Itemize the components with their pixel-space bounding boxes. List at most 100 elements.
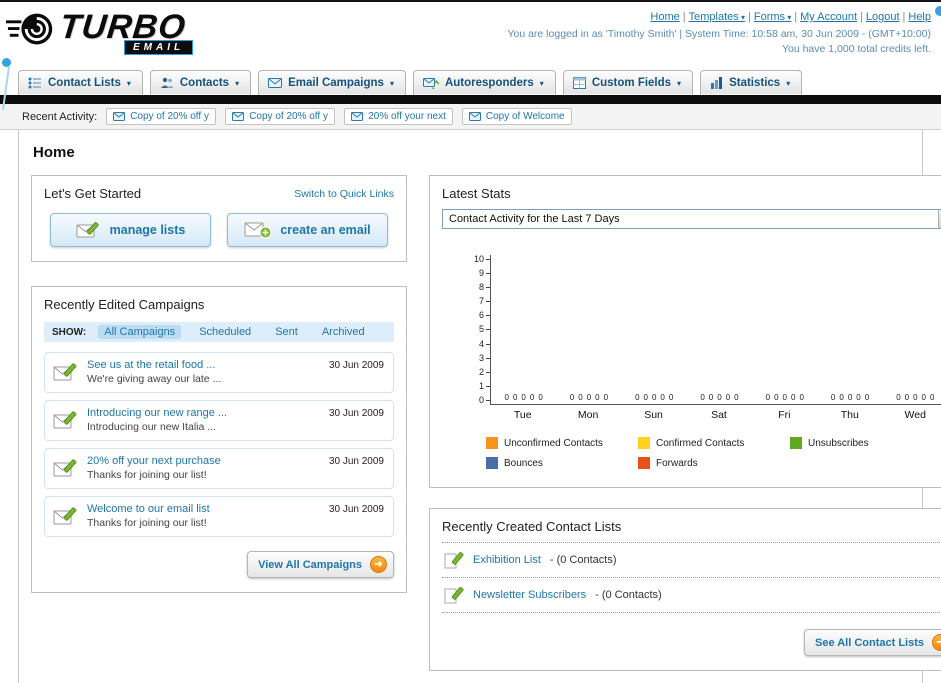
nav-tab-statistics[interactable]: Statistics ▾	[700, 70, 803, 95]
chart-column-group: 00000	[883, 393, 941, 404]
chevron-down-icon: ▾	[389, 78, 394, 88]
chevron-down-icon: ▾	[677, 78, 682, 88]
filter-tab-scheduled[interactable]: Scheduled	[193, 325, 257, 339]
nav-tab-label: Statistics	[729, 77, 781, 89]
campaign-title-link[interactable]: 20% off your next purchase	[87, 455, 221, 467]
chart-y-axis: 10 9 8 7 6 5 4 3 2 1 0	[468, 255, 490, 405]
nav-tab-custom-fields[interactable]: Custom Fields ▾	[562, 70, 694, 95]
see-all-contact-lists-button[interactable]: See All Contact Lists	[803, 629, 941, 656]
nav-tab-email-campaigns[interactable]: Email Campaigns ▾	[258, 70, 406, 95]
get-started-title: Let's Get Started	[44, 186, 142, 201]
stats-period-dropdown[interactable]: Contact Activity for the Last 7 Days	[442, 209, 941, 229]
envelope-icon	[113, 112, 126, 121]
legend-swatch	[638, 437, 650, 449]
main-nav: Contact Lists ▾ Contacts ▾ Email Campaig…	[0, 66, 941, 95]
chart-x-axis-labels: Tue Mon Sun Sat Fri Thu Wed	[490, 409, 941, 421]
contact-list-row: Exhibition List - (0 Contacts)	[442, 543, 941, 578]
page-title: Home	[33, 144, 75, 161]
campaign-item: Welcome to our email list Thanks for joi…	[44, 496, 394, 537]
campaign-title-link[interactable]: See us at the retail food ...	[87, 359, 221, 371]
contact-list-link[interactable]: Exhibition List	[473, 554, 541, 566]
login-info: You are logged in as 'Timothy Smith' | S…	[507, 28, 931, 40]
contacts-icon	[160, 77, 174, 89]
contact-list-link[interactable]: Newsletter Subscribers	[473, 589, 586, 601]
campaign-subtitle: Thanks for joining our list!	[87, 469, 207, 481]
header-right: HomeTemplatesFormsMy AccountLogoutHelp Y…	[507, 4, 931, 66]
manage-lists-label: manage lists	[109, 223, 186, 237]
chart-y-tick: 10	[474, 255, 490, 264]
chart-column-group: 00000	[817, 393, 882, 404]
chevron-down-icon: ▾	[786, 78, 791, 88]
switch-quick-links-link[interactable]: Switch to Quick Links	[294, 188, 394, 200]
header-link-my-account[interactable]: My Account	[791, 11, 857, 23]
autoresponders-icon	[422, 77, 439, 89]
recent-activity-bar: Recent Activity: Copy of 20% off yo Copy…	[0, 104, 941, 130]
legend-swatch	[486, 437, 498, 449]
envelope-pencil-icon	[53, 410, 79, 430]
recent-activity-item[interactable]: 20% off your next	[344, 108, 453, 125]
contact-list-count: - (0 Contacts)	[549, 554, 617, 566]
nav-tab-contact-lists[interactable]: Contact Lists ▾	[18, 70, 143, 95]
recent-activity-text: Copy of Welcome to	[485, 111, 565, 122]
manage-lists-button[interactable]: manage lists	[50, 213, 211, 247]
chart-x-label: Tue	[513, 409, 532, 421]
campaign-list: See us at the retail food ... We're givi…	[44, 352, 394, 537]
chart-value-labels: 00000	[504, 393, 543, 402]
contact-list-row: Newsletter Subscribers - (0 Contacts)	[442, 578, 941, 613]
chart-y-tick: 3	[479, 353, 490, 363]
custom-fields-icon	[572, 77, 586, 89]
header-links: HomeTemplatesFormsMy AccountLogoutHelp	[507, 10, 931, 25]
header-link-logout[interactable]: Logout	[857, 11, 900, 23]
chart-value-labels: 00000	[896, 393, 935, 402]
chart-column-group: 00000	[556, 393, 621, 404]
contact-lists-panel: Recently Created Contact Lists Exhibitio…	[429, 508, 941, 671]
recent-activity-item[interactable]: Copy of Welcome to	[461, 108, 572, 125]
credits-info: You have 1,000 total credits left.	[781, 43, 931, 55]
filter-tab-all-campaigns[interactable]: All Campaigns	[98, 325, 182, 339]
header-link-home[interactable]: Home	[650, 11, 679, 23]
chart-y-tick: 2	[479, 367, 490, 377]
chevron-down-icon: ▾	[235, 78, 240, 88]
envelope-pencil-icon	[53, 458, 79, 478]
top-header: TURBO EMAIL HomeTemplatesFormsMy Account…	[0, 2, 941, 66]
filter-tab-archived[interactable]: Archived	[316, 325, 371, 339]
chart-column-group: 00000	[622, 393, 687, 404]
create-email-button[interactable]: create an email	[227, 213, 388, 247]
contact-lists-icon	[28, 77, 42, 89]
campaign-date: 30 Jun 2009	[328, 456, 384, 467]
pencil-page-icon	[444, 586, 464, 604]
left-column: Let's Get Started Switch to Quick Links …	[31, 175, 407, 593]
campaign-item: Introducing our new range ... Introducin…	[44, 400, 394, 441]
campaign-item: 20% off your next purchase Thanks for jo…	[44, 448, 394, 489]
campaign-title-link[interactable]: Welcome to our email list	[87, 503, 210, 515]
nav-tab-label: Contacts	[179, 77, 230, 89]
nav-tab-label: Autoresponders	[444, 77, 534, 89]
chart-plot-area: 00000 00000 00000 00000 00000 00000 00000	[490, 255, 941, 405]
nav-tab-autoresponders[interactable]: Autoresponders ▾	[412, 70, 556, 95]
envelope-plus-icon	[244, 221, 272, 239]
campaign-subtitle: We're giving away our late ...	[87, 373, 222, 385]
header-link-forms[interactable]: Forms	[745, 11, 791, 23]
chart-x-label: Mon	[577, 409, 599, 421]
header-link-help[interactable]: Help	[900, 11, 931, 23]
campaign-title-link[interactable]: Introducing our new range ...	[87, 407, 227, 419]
header-link-templates[interactable]: Templates	[680, 11, 745, 23]
view-all-campaigns-button[interactable]: View All Campaigns	[247, 551, 394, 578]
chart-value-labels: 00000	[765, 393, 804, 402]
show-label: SHOW:	[52, 326, 87, 338]
campaign-date: 30 Jun 2009	[328, 504, 384, 515]
legend-item: Bounces	[486, 457, 638, 469]
recent-activity-item[interactable]: Copy of 20% off yo	[225, 108, 336, 125]
contact-list-count: - (0 Contacts)	[595, 589, 662, 601]
recent-activity-item[interactable]: Copy of 20% off yo	[106, 108, 217, 125]
legend-swatch	[790, 437, 802, 449]
view-all-campaigns-label: View All Campaigns	[258, 558, 362, 571]
nav-divider-bar	[0, 95, 941, 104]
campaigns-panel: Recently Edited Campaigns SHOW: All Camp…	[31, 286, 407, 593]
chart-column-group: 00000	[752, 393, 817, 404]
get-started-panel: Let's Get Started Switch to Quick Links …	[31, 175, 407, 262]
nav-tab-label: Custom Fields	[591, 77, 672, 89]
nav-tab-contacts[interactable]: Contacts ▾	[149, 70, 252, 95]
legend-label: Unsubscribes	[808, 437, 869, 449]
filter-tab-sent[interactable]: Sent	[269, 325, 304, 339]
